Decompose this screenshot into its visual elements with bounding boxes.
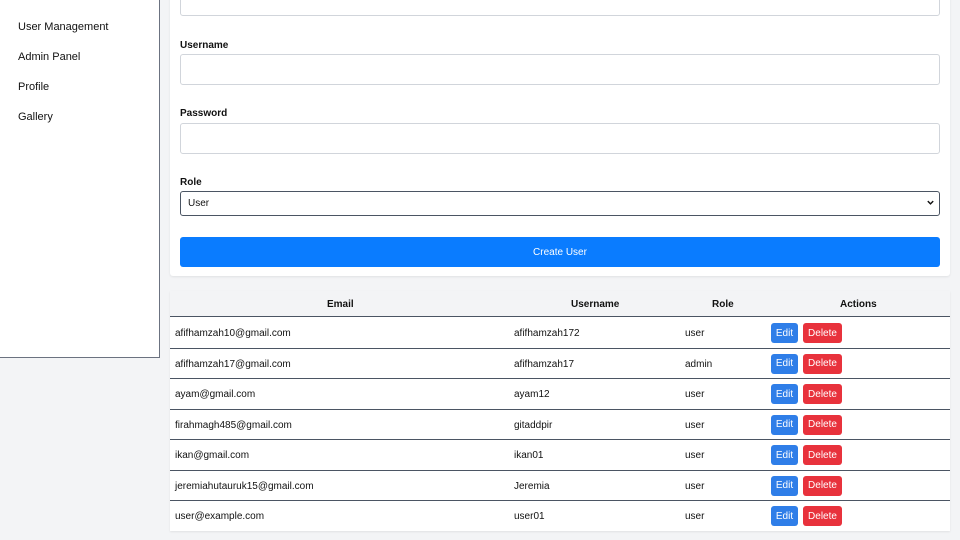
edit-button[interactable]: Edit — [771, 323, 798, 343]
edit-button[interactable]: Edit — [771, 384, 798, 404]
password-label: Password — [180, 108, 228, 119]
column-header-role: Role — [712, 299, 734, 310]
role-label: Role — [180, 177, 202, 188]
cell-role: user — [685, 419, 705, 431]
table-row: afifhamzah17@gmail.com afifhamzah17 admi… — [170, 349, 950, 379]
role-selected-value: User — [188, 198, 210, 209]
sidebar-item-admin-panel[interactable]: Admin Panel — [18, 51, 80, 63]
cell-email: ikan@gmail.com — [175, 450, 250, 461]
create-user-form: Username Password Role User Create User — [170, 0, 950, 276]
sidebar-item-gallery[interactable]: Gallery — [18, 111, 53, 123]
table-row: jeremiahutauruk15@gmail.com Jeremia user… — [170, 471, 950, 501]
column-header-username: Username — [571, 299, 620, 310]
delete-button[interactable]: Delete — [803, 414, 842, 435]
edit-button[interactable]: Edit — [771, 475, 798, 496]
cell-username: afifhamzah17 — [514, 358, 575, 370]
delete-button[interactable]: Delete — [803, 384, 842, 404]
edit-button[interactable]: Edit — [771, 506, 798, 526]
delete-button[interactable]: Delete — [803, 323, 842, 343]
column-header-email: Email — [327, 299, 354, 310]
column-header-actions: Actions — [840, 299, 877, 310]
role-select[interactable]: User — [180, 191, 940, 216]
cell-role: admin — [685, 358, 713, 370]
table-row: afifhamzah10@gmail.com afifhamzah172 use… — [170, 318, 950, 349]
delete-button[interactable]: Delete — [803, 475, 842, 496]
cell-role: user — [685, 480, 705, 492]
cell-role: user — [685, 389, 705, 400]
cell-email: user@example.com — [175, 511, 265, 522]
edit-button[interactable]: Edit — [771, 445, 798, 465]
cell-email: jeremiahutauruk15@gmail.com — [175, 480, 314, 492]
cell-username: ayam12 — [514, 389, 550, 400]
cell-email: firahmagh485@gmail.com — [175, 419, 292, 431]
cell-email: afifhamzah10@gmail.com — [175, 328, 291, 339]
edit-button[interactable]: Edit — [771, 414, 798, 435]
sidebar: User Management Admin Panel Profile Gall… — [0, 0, 160, 358]
cell-email: ayam@gmail.com — [175, 389, 256, 400]
cell-role: user — [685, 450, 705, 461]
create-user-button[interactable]: Create User — [180, 237, 940, 267]
table-header: Email Username Role Actions — [170, 291, 950, 317]
cell-username: afifhamzah172 — [514, 328, 580, 339]
users-table: Email Username Role Actions afifhamzah10… — [170, 291, 950, 531]
edit-button[interactable]: Edit — [771, 353, 798, 374]
table-row: firahmagh485@gmail.com gitaddpir user Ed… — [170, 410, 950, 440]
sidebar-item-profile[interactable]: Profile — [18, 81, 49, 93]
cell-username: ikan01 — [514, 450, 544, 461]
table-row: ayam@gmail.com ayam12 user Edit Delete — [170, 379, 950, 410]
username-label: Username — [180, 40, 229, 51]
username-field[interactable] — [180, 54, 940, 85]
cell-username: user01 — [514, 511, 545, 522]
sidebar-item-user-management[interactable]: User Management — [18, 21, 109, 33]
table-row: ikan@gmail.com ikan01 user Edit Delete — [170, 440, 950, 471]
email-field[interactable] — [180, 0, 940, 16]
cell-role: user — [685, 511, 705, 522]
delete-button[interactable]: Delete — [803, 445, 842, 465]
cell-username: Jeremia — [514, 480, 550, 492]
table-row: user@example.com user01 user Edit Delete — [170, 501, 950, 532]
delete-button[interactable]: Delete — [803, 506, 842, 526]
cell-username: gitaddpir — [514, 419, 553, 431]
delete-button[interactable]: Delete — [803, 353, 842, 374]
cell-role: user — [685, 328, 705, 339]
cell-email: afifhamzah17@gmail.com — [175, 358, 291, 370]
chevron-down-icon — [926, 198, 935, 209]
password-field[interactable] — [180, 123, 940, 154]
